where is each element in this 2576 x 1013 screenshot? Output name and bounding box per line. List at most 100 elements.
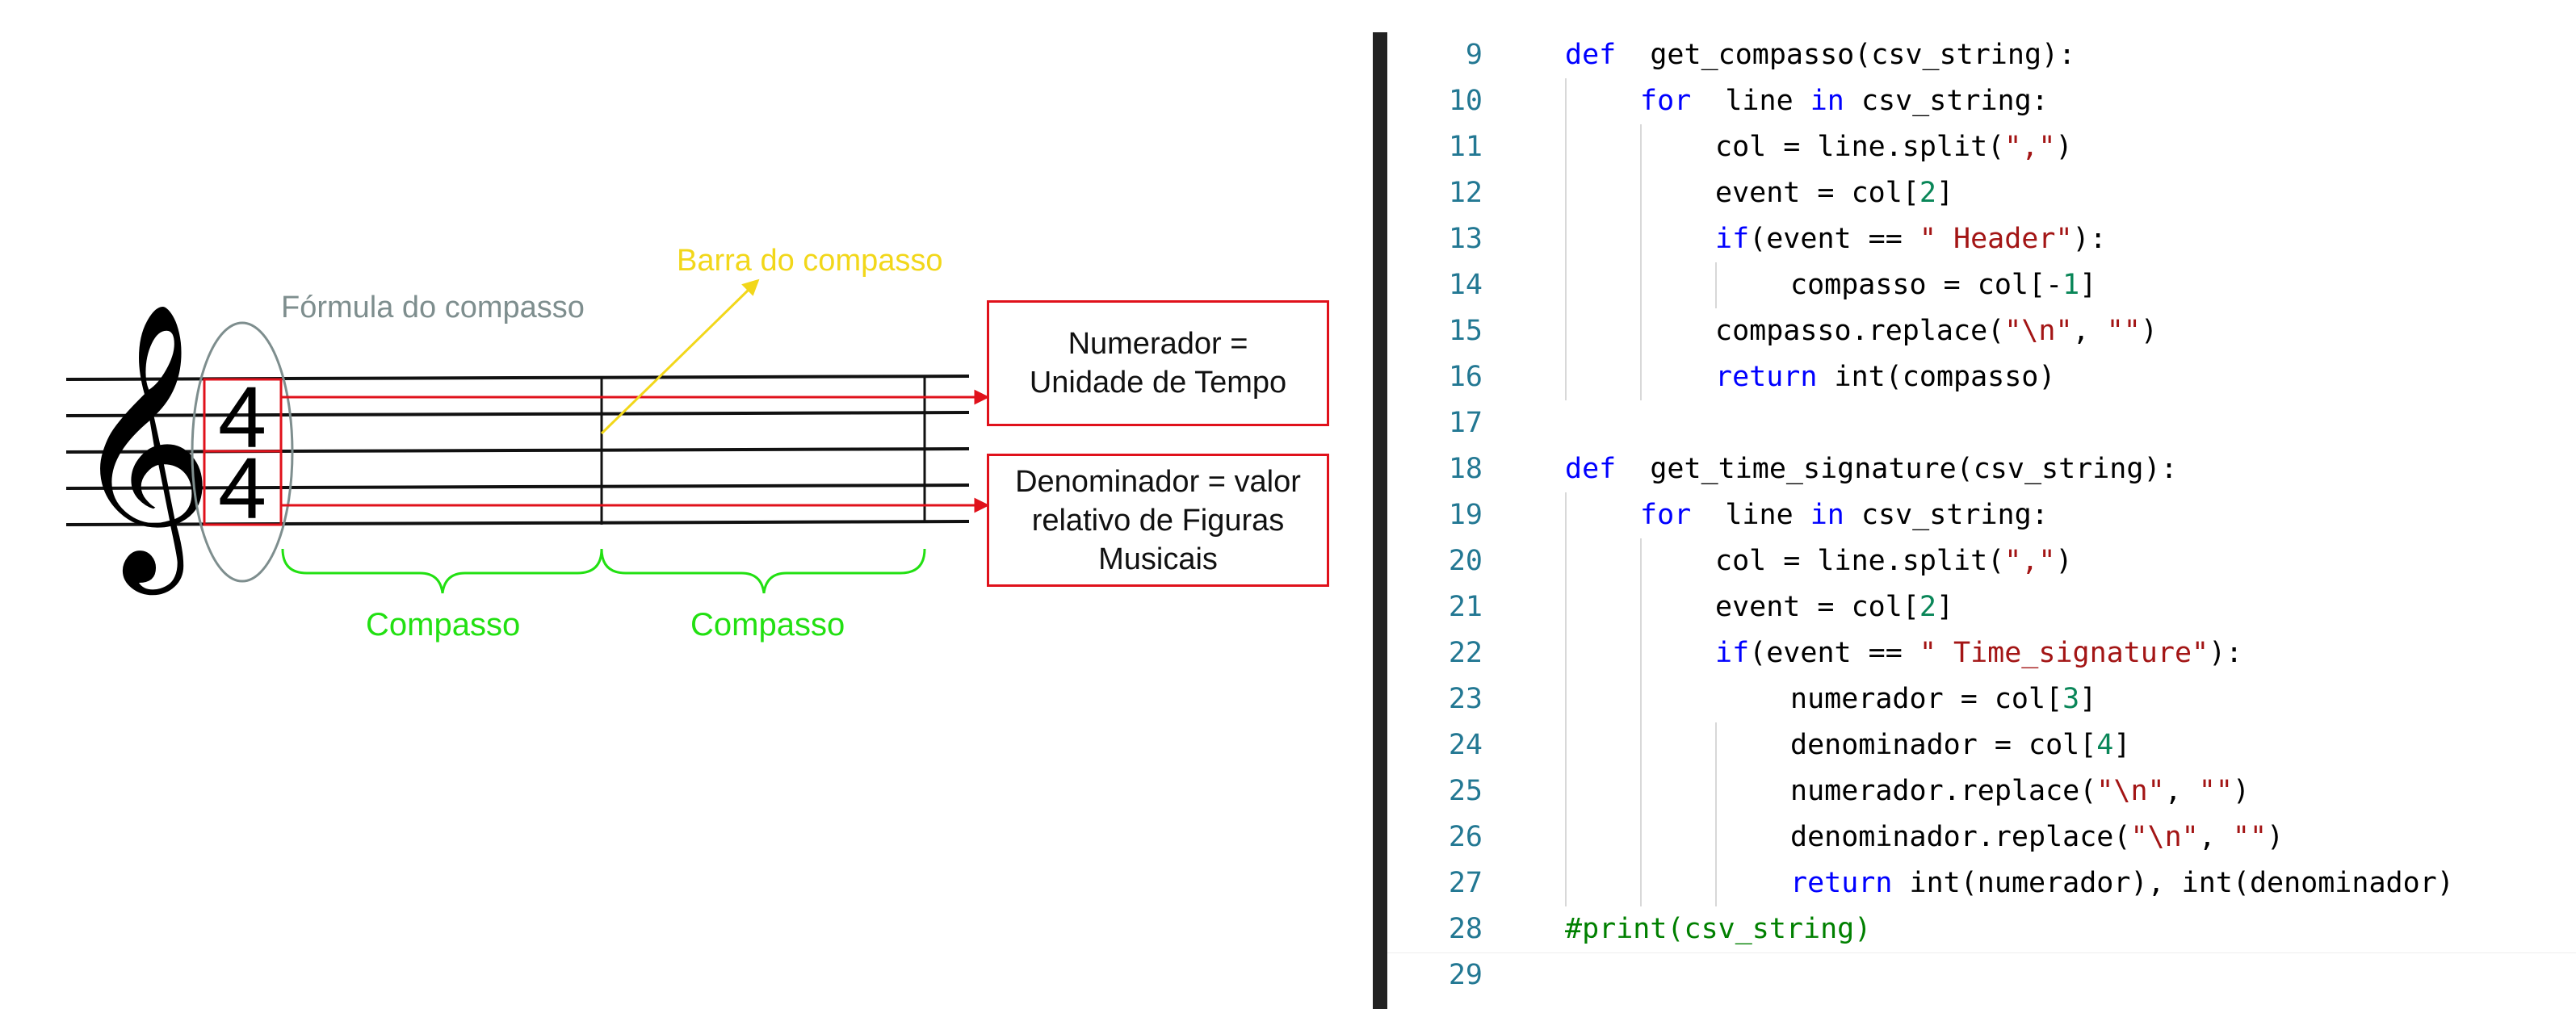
line-number: 13 (1448, 223, 1483, 255)
code-text: return int(numerador), int(denominador) (1790, 860, 2454, 906)
code-token: ) (2140, 315, 2158, 347)
code-token: event = col[ (1715, 177, 1919, 209)
code-line[interactable]: 29 (1387, 952, 2576, 998)
code-text: col = line.split(",") (1715, 538, 2073, 584)
code-token: col = line.split( (1715, 131, 2005, 163)
line-number: 17 (1448, 407, 1483, 439)
code-text: compasso.replace("\n", "") (1715, 308, 2158, 354)
code-token: " Header" (1919, 223, 2073, 255)
code-token: csv_string: (1844, 499, 2049, 531)
code-line[interactable]: 26 denominador.replace("\n", "") (1387, 814, 2576, 860)
formula-label: Fórmula do compasso (281, 291, 585, 324)
code-text: if(event == " Time_signature"): (1715, 630, 2242, 676)
code-token: get_time_signature(csv_string): (1616, 453, 2178, 485)
line-number: 22 (1448, 637, 1483, 669)
code-token: "\n" (2130, 821, 2199, 853)
code-token: in (1810, 499, 1844, 531)
code-text: compasso = col[-1] (1790, 262, 2096, 308)
numerator-box-line: Numerador = (1068, 327, 1248, 361)
code-text: event = col[2] (1715, 584, 1953, 630)
code-token: int(numerador), int(denominador) (1892, 867, 2454, 899)
code-text: for line in csv_string: (1640, 492, 2049, 538)
code-token: "\n" (2096, 775, 2165, 807)
code-token: return (1715, 361, 1818, 393)
code-editor[interactable]: 9 def get_compasso(csv_string): 10 for line… (1387, 32, 2576, 1009)
measure-label-1: Compasso (366, 607, 521, 643)
code-line[interactable]: 12 event = col[2] (1387, 170, 2576, 216)
code-token: def (1565, 39, 1617, 71)
code-text: return int(compasso) (1715, 354, 2055, 400)
denominator-box: Denominador = valor relativo de Figuras … (987, 454, 1329, 587)
code-line[interactable]: 18 def get_time_signature(csv_string): (1387, 446, 2576, 492)
code-token: line (1691, 499, 1810, 531)
code-line[interactable]: 24 denominador = col[4] (1387, 722, 2576, 768)
code-token: 2 (1919, 591, 1936, 623)
code-line[interactable]: 13 if(event == " Header"): (1387, 216, 2576, 262)
code-line[interactable]: 23 numerador = col[3] (1387, 676, 2576, 722)
code-token: compasso = col[- (1790, 269, 2063, 301)
code-text: def get_compasso(csv_string): (1565, 32, 2075, 78)
code-token: for (1640, 499, 1692, 531)
line-number: 28 (1448, 913, 1483, 945)
denominator-box-line: Musicais (1098, 542, 1218, 576)
code-line[interactable]: 16 return int(compasso) (1387, 354, 2576, 400)
code-line[interactable]: 10 for line in csv_string: (1387, 78, 2576, 124)
code-line[interactable]: 11 col = line.split(",") (1387, 124, 2576, 170)
code-text: numerador = col[3] (1790, 676, 2096, 722)
code-token: ) (2232, 775, 2250, 807)
code-line[interactable]: 17 (1387, 400, 2576, 446)
code-token: "" (2106, 315, 2141, 347)
code-token: numerador.replace( (1790, 775, 2097, 807)
denominator-arrow (281, 497, 990, 513)
code-token: , (2072, 315, 2107, 347)
code-token: int(compasso) (1817, 361, 2056, 393)
code-token: (event == (1749, 637, 1919, 669)
code-token: event = col[ (1715, 591, 1919, 623)
code-token: ): (2209, 637, 2243, 669)
code-token: csv_string: (1844, 85, 2049, 117)
code-line[interactable]: 21 event = col[2] (1387, 584, 2576, 630)
code-token: "," (2004, 545, 2056, 577)
line-number: 27 (1448, 867, 1483, 899)
code-token: ) (2055, 131, 2073, 163)
code-line[interactable]: 22 if(event == " Time_signature"): (1387, 630, 2576, 676)
measure-brace-2 (600, 548, 926, 594)
code-token: ) (2267, 821, 2284, 853)
code-token: denominador = col[ (1790, 729, 2097, 761)
code-line[interactable]: 27 return int(numerador), int(denominador… (1387, 860, 2576, 906)
code-text: #print(csv_string) (1565, 906, 1871, 952)
code-token: ) (2055, 545, 2073, 577)
code-token: def (1565, 453, 1617, 485)
code-token: " Time_signature" (1919, 637, 2209, 669)
code-line[interactable]: 19 for line in csv_string: (1387, 492, 2576, 538)
code-token: 2 (1919, 177, 1936, 209)
code-line[interactable]: 25 numerador.replace("\n", "") (1387, 768, 2576, 814)
code-text: event = col[2] (1715, 170, 1953, 216)
code-token: 4 (2096, 729, 2114, 761)
code-token: return (1790, 867, 1893, 899)
code-token: for (1640, 85, 1692, 117)
numerator-box: Numerador = Unidade de Tempo (987, 300, 1329, 426)
code-token: ] (2079, 269, 2097, 301)
code-token: , (2164, 775, 2199, 807)
code-token: ] (1936, 591, 1954, 623)
code-line[interactable]: 20 col = line.split(",") (1387, 538, 2576, 584)
code-line[interactable]: 15 compasso.replace("\n", "") (1387, 308, 2576, 354)
code-text: denominador = col[4] (1790, 722, 2130, 768)
code-token: 1 (2062, 269, 2080, 301)
numerator-box-line: Unidade de Tempo (1029, 366, 1287, 400)
line-number: 19 (1448, 499, 1483, 531)
line-number: 14 (1448, 269, 1483, 301)
code-token: (event == (1749, 223, 1919, 255)
code-token: numerador = col[ (1790, 683, 2063, 715)
code-line[interactable]: 14 compasso = col[-1] (1387, 262, 2576, 308)
code-token: if (1715, 223, 1750, 255)
code-line[interactable]: 9 def get_compasso(csv_string): (1387, 32, 2576, 78)
line-number: 11 (1448, 131, 1483, 163)
barline-pointer (600, 278, 760, 435)
panel-divider (1373, 32, 1387, 1009)
code-text: denominador.replace("\n", "") (1790, 814, 2284, 860)
measure-brace-1 (281, 548, 603, 594)
code-line[interactable]: 28 #print(csv_string) (1387, 906, 2576, 953)
code-text: for line in csv_string: (1640, 78, 2049, 124)
